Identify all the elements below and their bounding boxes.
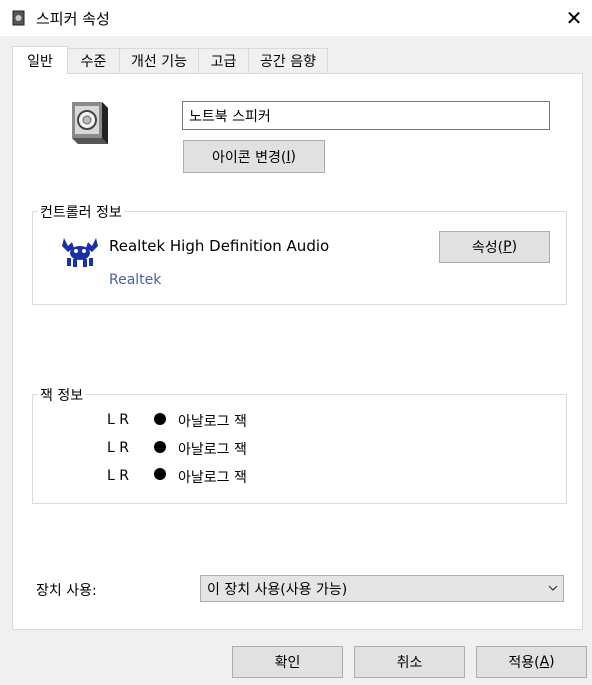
change-icon-button[interactable]: 아이콘 변경(I) — [183, 140, 325, 173]
jack-label: 아날로그 잭 — [178, 470, 247, 486]
jack-label: 아날로그 잭 — [178, 442, 247, 458]
apply-button[interactable]: 적용(A) — [476, 646, 587, 678]
realtek-crab-icon — [62, 238, 98, 267]
jack-channels: L R — [107, 412, 129, 428]
chevron-down-icon — [548, 585, 558, 591]
close-button[interactable]: ✕ — [560, 4, 588, 32]
controller-properties-button[interactable]: 속성(P) — [439, 231, 550, 263]
speaker-icon — [72, 102, 108, 144]
tab-levels[interactable]: 수준 — [67, 48, 120, 73]
tab-enhancements[interactable]: 개선 기능 — [119, 48, 199, 73]
tab-general[interactable]: 일반 — [12, 46, 68, 74]
ok-button[interactable]: 확인 — [232, 646, 343, 678]
jack-channels: L R — [107, 440, 129, 456]
speaker-icon — [12, 10, 25, 26]
jack-label: 아날로그 잭 — [178, 414, 247, 430]
jack-color-dot — [154, 468, 166, 480]
jack-channels: L R — [107, 468, 129, 484]
window-title: 스피커 속성 — [36, 10, 110, 28]
close-icon: ✕ — [565, 6, 583, 30]
jack-color-dot — [154, 441, 166, 453]
device-usage-value: 이 장치 사용(사용 가능) — [207, 582, 348, 598]
jack-color-dot — [154, 413, 166, 425]
device-usage-select[interactable]: 이 장치 사용(사용 가능) — [200, 575, 564, 602]
device-usage-label: 장치 사용: — [36, 583, 97, 599]
cancel-button[interactable]: 취소 — [354, 646, 465, 678]
tab-advanced[interactable]: 고급 — [198, 48, 249, 73]
device-name-input[interactable]: 노트북 스피커 — [182, 101, 550, 130]
jack-info-legend: 잭 정보 — [38, 385, 86, 405]
controller-name: Realtek High Definition Audio — [109, 237, 330, 255]
tab-spatial-sound[interactable]: 공간 음향 — [248, 48, 328, 73]
controller-legend: 컨트롤러 정보 — [38, 202, 124, 222]
controller-vendor-link[interactable]: Realtek — [109, 272, 161, 288]
